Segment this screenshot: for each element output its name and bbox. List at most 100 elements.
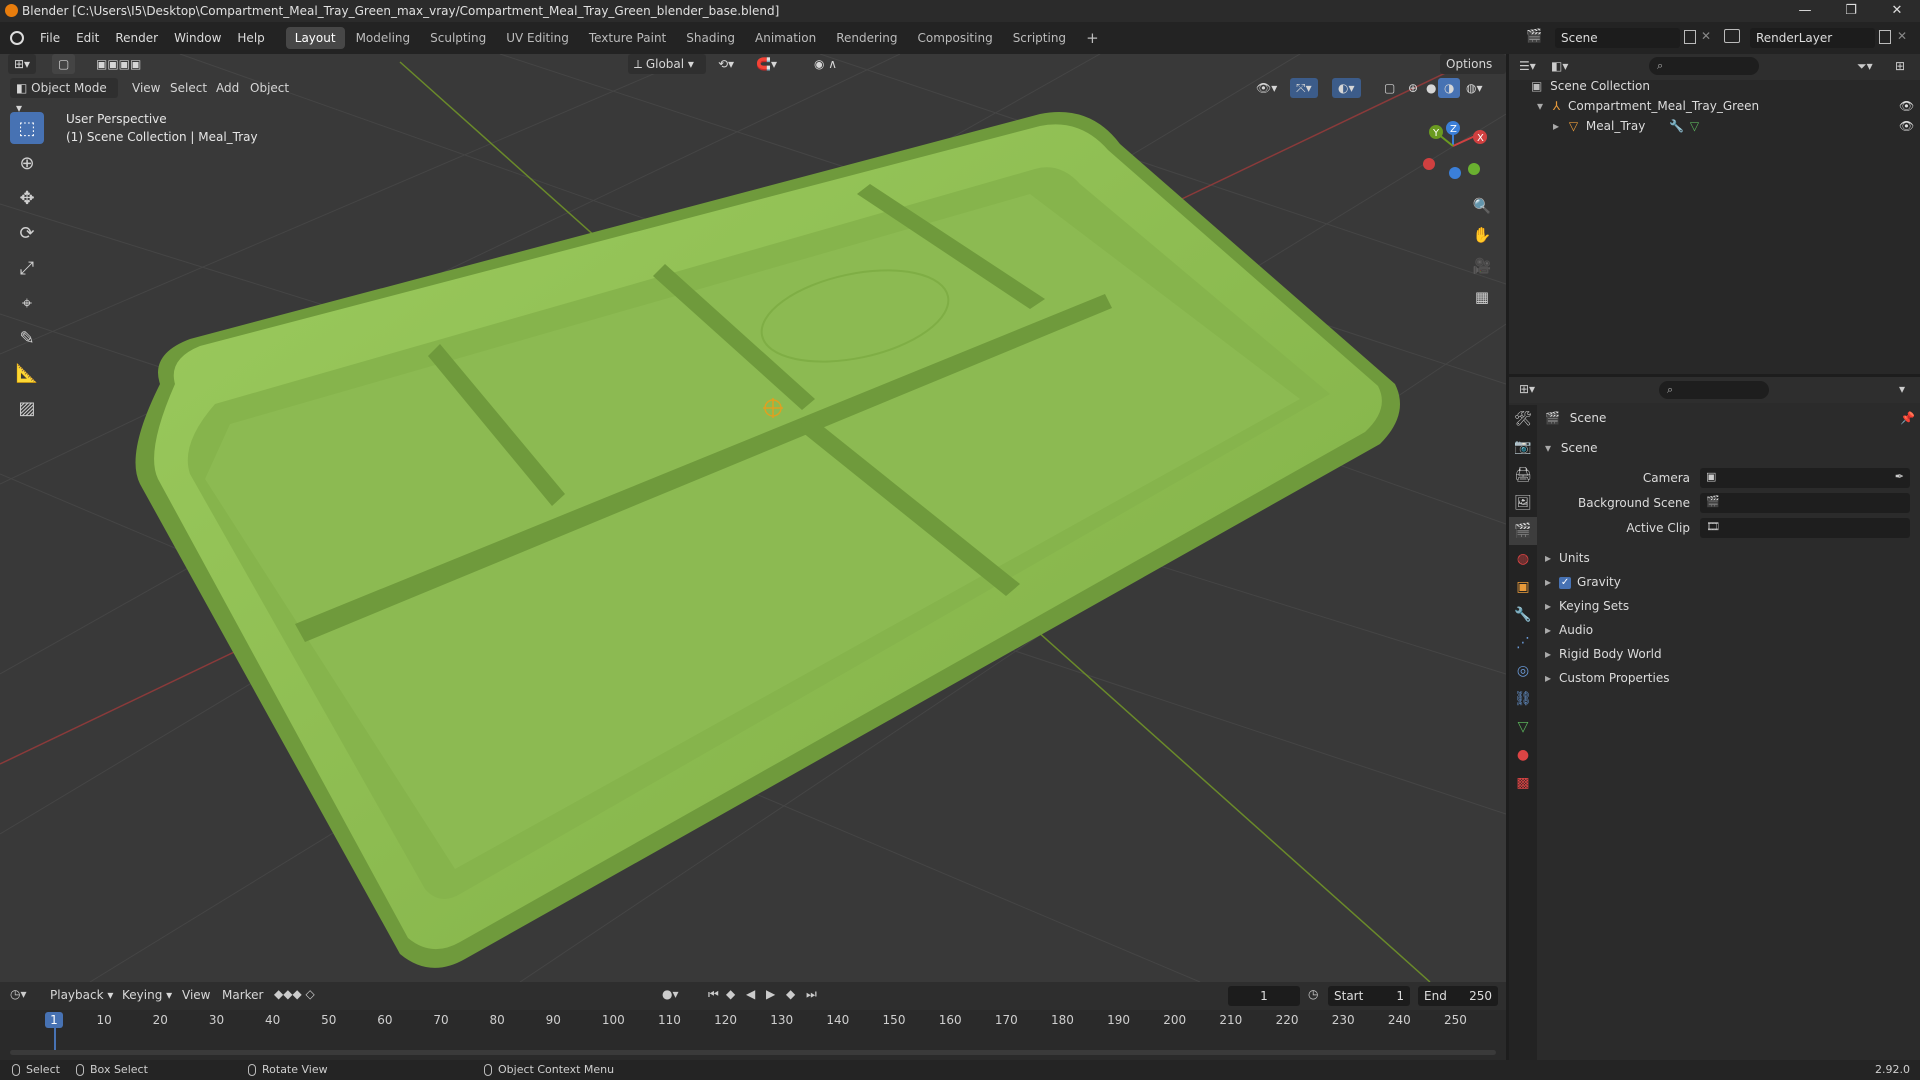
transform-tool-icon[interactable]: ⌖ <box>10 287 44 319</box>
overlay-toggle-icon[interactable]: ◐▾ <box>1332 78 1361 98</box>
rigid-body-world-panel[interactable]: ▸ Rigid Body World <box>1545 643 1662 665</box>
shading-material-icon[interactable]: ◑ <box>1438 78 1461 98</box>
renderlayer-delete-icon[interactable]: ✕ <box>1897 29 1907 43</box>
tab-uv-editing[interactable]: UV Editing <box>497 27 578 49</box>
world-tab-icon[interactable]: ◍ <box>1509 545 1537 573</box>
render-tab-icon[interactable]: 📷 <box>1509 433 1537 461</box>
tab-animation[interactable]: Animation <box>746 27 825 49</box>
scene-panel-header[interactable]: ▾ Scene <box>1545 437 1915 459</box>
menu-render[interactable]: Render <box>107 22 166 54</box>
menu-add[interactable]: Add <box>210 78 245 98</box>
prev-keyframe-icon[interactable]: ◆ <box>726 987 735 1001</box>
shading-rendered-icon[interactable]: ◍▾ <box>1460 78 1489 98</box>
mesh-data-icon[interactable]: ▽ <box>1690 119 1699 133</box>
next-keyframe-icon[interactable]: ◆ <box>786 987 795 1001</box>
move-tool-icon[interactable]: ✥ <box>10 182 44 214</box>
view-layer-tab-icon[interactable]: 🖼 <box>1509 489 1537 517</box>
tab-scripting[interactable]: Scripting <box>1004 27 1075 49</box>
scene-delete-icon[interactable]: ✕ <box>1701 29 1711 43</box>
visibility-icon[interactable]: 👁▾ <box>1250 78 1283 98</box>
minimize-button[interactable]: — <box>1782 0 1828 22</box>
play-reverse-icon[interactable]: ◀ <box>746 987 755 1001</box>
add-workspace-button[interactable]: + <box>1077 27 1108 49</box>
expand-arrow-icon[interactable]: ▾ <box>1537 99 1543 113</box>
menu-marker[interactable]: Marker <box>222 988 263 1002</box>
close-button[interactable]: ✕ <box>1874 0 1920 22</box>
camera-field[interactable]: ▣ ✒ <box>1700 468 1910 488</box>
constraints-tab-icon[interactable]: ⛓ <box>1509 685 1537 713</box>
tool-tab-icon[interactable]: 🛠 <box>1509 405 1537 433</box>
tab-modeling[interactable]: Modeling <box>347 27 420 49</box>
menu-object[interactable]: Object <box>244 78 295 98</box>
xray-icon[interactable]: ▢ <box>1378 78 1401 98</box>
3d-viewport[interactable]: Z X Y User Perspective (1) Scene Collect… <box>0 54 1506 982</box>
outliner-row-meal-tray[interactable]: ▸ ▽ Meal_Tray 🔧 ▽ 👁 <box>1509 116 1920 136</box>
ortho-toggle-icon[interactable]: ▦ <box>1469 284 1495 310</box>
background-scene-field[interactable]: 🎬 <box>1700 493 1910 513</box>
menu-window[interactable]: Window <box>166 22 229 54</box>
physics-tab-icon[interactable]: ◎ <box>1509 657 1537 685</box>
playhead[interactable]: 1 <box>45 1012 63 1028</box>
select-box-tool-icon[interactable]: ⬚ <box>10 112 44 144</box>
particles-tab-icon[interactable]: ⋰ <box>1509 629 1537 657</box>
snap-icon[interactable]: 🧲▾ <box>750 54 783 74</box>
data-tab-icon[interactable]: ▽ <box>1509 713 1537 741</box>
texture-tab-icon[interactable]: ▩ <box>1509 769 1537 797</box>
timeline-editor-type-icon[interactable]: ◷▾ <box>10 987 27 1001</box>
active-clip-field[interactable]: 🎞 <box>1700 518 1910 538</box>
renderlayer-new-icon[interactable] <box>1879 30 1891 44</box>
properties-editor-type-icon[interactable]: ⊞▾ <box>1519 382 1535 396</box>
pan-hand-icon[interactable]: ✋ <box>1469 222 1495 248</box>
properties-search-input[interactable]: ⌕ <box>1659 381 1769 399</box>
gravity-checkbox[interactable]: ✓ <box>1559 576 1572 589</box>
visibility-eye-icon[interactable]: 👁 <box>1899 116 1914 136</box>
menu-file[interactable]: File <box>32 22 68 54</box>
outliner-row-collection[interactable]: ▾ ⅄ Compartment_Meal_Tray_Green 👁 <box>1509 96 1920 116</box>
scene-name-field[interactable]: Scene <box>1555 28 1680 48</box>
transform-orientation-dropdown[interactable]: ⟂ Global ▾ <box>628 54 706 74</box>
play-icon[interactable]: ▶ <box>766 987 775 1001</box>
options-dropdown[interactable]: Options ▾ <box>1440 54 1506 91</box>
tab-texture-paint[interactable]: Texture Paint <box>580 27 675 49</box>
eyedropper-icon[interactable]: ✒ <box>1895 470 1904 483</box>
editor-type-button[interactable]: ⊞▾ <box>8 54 37 74</box>
tab-layout[interactable]: Layout <box>285 27 345 49</box>
outliner-search-input[interactable]: ⌕ <box>1649 57 1759 75</box>
add-cube-tool-icon[interactable]: ▨ <box>10 392 44 424</box>
custom-properties-panel[interactable]: ▸ Custom Properties <box>1545 667 1669 689</box>
object-mode-dropdown[interactable]: ◧ Object Mode ▾ <box>10 78 118 115</box>
selection-set-icons[interactable]: ▣▣▣▣ <box>90 54 147 74</box>
renderlayer-name-field[interactable]: RenderLayer <box>1750 28 1875 48</box>
preview-range-icon[interactable]: ◷ <box>1308 987 1318 1001</box>
menu-help[interactable]: Help <box>229 22 272 54</box>
filter-icon[interactable]: ⏷▾ <box>1857 59 1873 74</box>
modifier-wrench-icon[interactable]: 🔧 <box>1669 119 1684 133</box>
object-tab-icon[interactable]: ▣ <box>1509 573 1537 601</box>
current-frame-field[interactable]: 1 <box>1228 986 1300 1006</box>
outliner-editor-type-icon[interactable]: ☰▾ <box>1519 59 1536 73</box>
menu-keying[interactable]: Keying ▾ <box>122 988 172 1002</box>
record-icon[interactable]: ●▾ <box>662 987 679 1001</box>
audio-panel[interactable]: ▸ Audio <box>1545 619 1593 641</box>
annotate-tool-icon[interactable]: ✎ <box>10 322 44 354</box>
menu-timeline-view[interactable]: View <box>182 988 210 1002</box>
keyframe-nav-icons[interactable]: ◆◆◆ ◇ <box>274 987 315 1001</box>
pin-icon[interactable]: 📌 <box>1900 407 1915 429</box>
tab-sculpting[interactable]: Sculpting <box>421 27 495 49</box>
start-frame-field[interactable]: Start 1 <box>1328 986 1410 1006</box>
modifier-tab-icon[interactable]: 🔧 <box>1509 601 1537 629</box>
tab-compositing[interactable]: Compositing <box>908 27 1001 49</box>
display-mode-icon[interactable]: ◧▾ <box>1551 59 1568 73</box>
timeline-scrollbar[interactable] <box>10 1050 1496 1055</box>
end-frame-field[interactable]: End 250 <box>1418 986 1498 1006</box>
menu-view[interactable]: View <box>126 78 166 98</box>
keying-sets-panel[interactable]: ▸ Keying Sets <box>1545 595 1629 617</box>
scene-new-icon[interactable] <box>1684 30 1696 44</box>
pivot-point-icon[interactable]: ⟲▾ <box>712 54 740 74</box>
gravity-panel[interactable]: ▸ ✓ Gravity <box>1545 571 1621 593</box>
properties-options-icon[interactable]: ▾ <box>1899 382 1905 396</box>
scene-selector-icon[interactable]: 🎬 <box>1526 29 1542 44</box>
maximize-button[interactable]: ❐ <box>1828 0 1874 22</box>
menu-playback[interactable]: Playback ▾ <box>50 988 113 1002</box>
material-tab-icon[interactable]: ● <box>1509 741 1537 769</box>
